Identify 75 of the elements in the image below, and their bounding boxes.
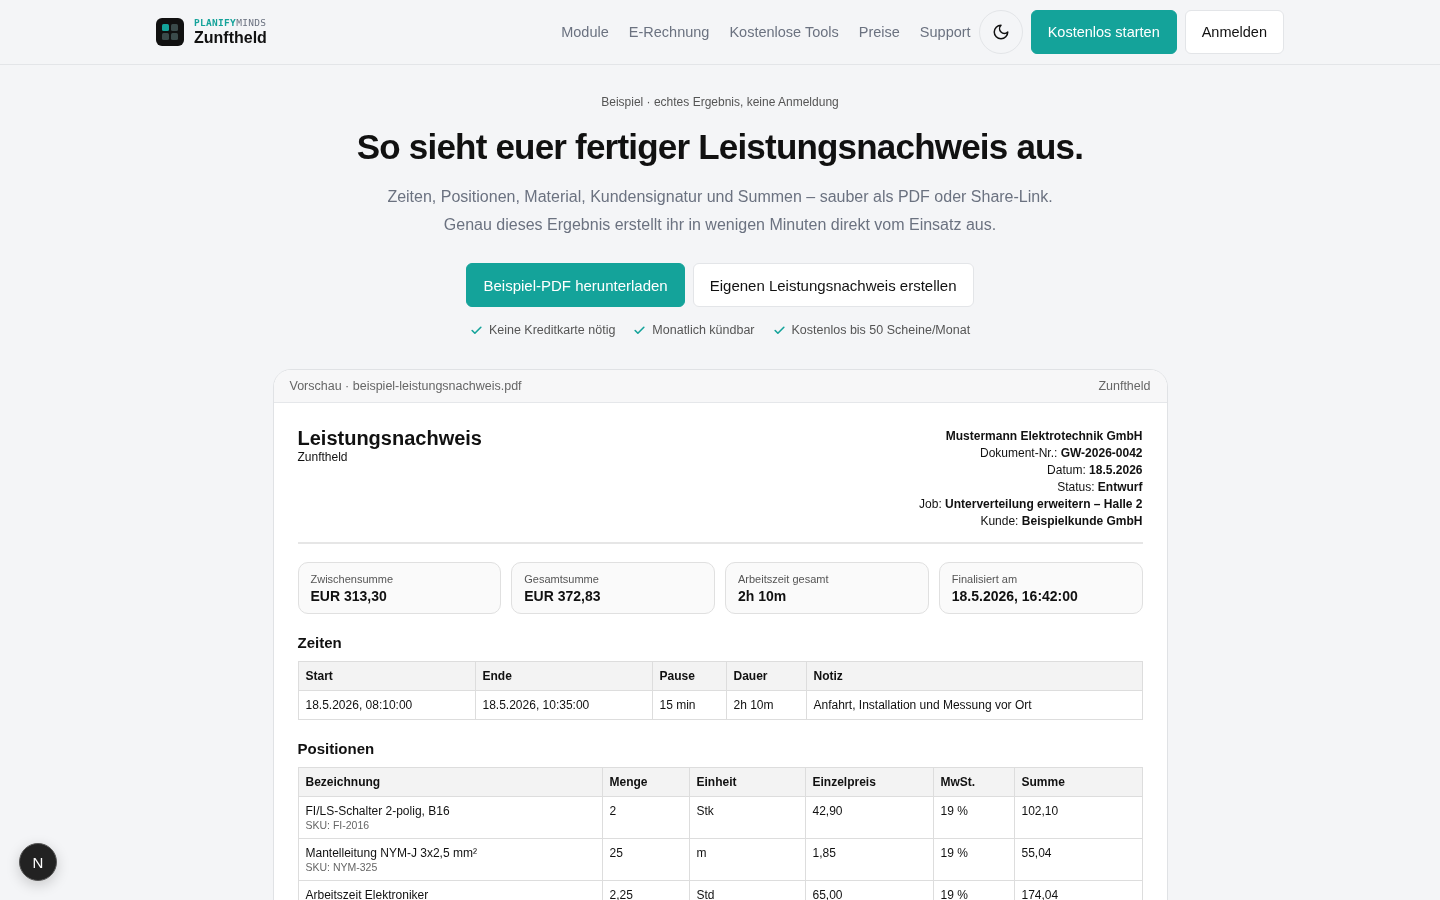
table-cell: Stk	[689, 796, 805, 839]
table-cell: 42,90	[805, 796, 933, 839]
meta-line: Datum: 18.5.2026	[1047, 463, 1143, 477]
meta-line: Kunde: Beispielkunde GmbH	[980, 514, 1143, 528]
nav-link[interactable]: Preise	[858, 24, 900, 40]
feature-text: Keine Kreditkarte nötig	[488, 323, 616, 337]
feature-text: Kostenlos bis 50 Scheine/Monat	[791, 323, 971, 337]
brand-tagline: PLANIFYMINDS	[194, 17, 267, 28]
table-cell: 1,85	[805, 838, 933, 881]
column-header: Bezeichnung	[298, 767, 602, 797]
column-header: Summe	[1014, 767, 1142, 797]
table-cell: 55,04	[1014, 838, 1142, 881]
summary-value: 2h 10m	[738, 588, 788, 604]
table-cell-text: Mantelleitung NYM-J 3x2,5 mm²	[305, 846, 478, 860]
table-cell: m	[689, 838, 805, 881]
summary-value: EUR 372,83	[524, 588, 602, 604]
hero-subtitle: Zeiten, Positionen, Material, Kundensignatur und Summen – sauber als PDF oder Share-Link. Genau dieses Ergebnis erstellt ihr in wenigen Minuten direkt vom Einsatz aus.	[386, 187, 1054, 235]
section-title: Zeiten	[297, 634, 343, 651]
summary-label: Finalisiert am	[951, 573, 1019, 585]
table-cell: Anfahrt, Installation und Messung vor Ort	[806, 690, 1142, 720]
check-icon	[469, 323, 483, 337]
table-cell: 2	[602, 796, 689, 839]
preview-brand: Zunftheld	[1098, 379, 1151, 393]
table-cell: 19 %	[933, 796, 1014, 839]
document-subtitle: Zunftheld	[297, 450, 349, 464]
summary-label: Arbeitszeit gesamt	[738, 573, 830, 585]
feature-text: Monatlich kündbar	[652, 323, 755, 337]
check-icon	[633, 323, 647, 337]
start-button[interactable]: Kostenlos starten	[1030, 10, 1177, 54]
create-button[interactable]: Eigenen Leistungsnachweis erstellen	[692, 263, 974, 307]
dev-indicator-button[interactable]: N	[19, 843, 57, 881]
summary-value: 18.5.2026, 16:42:00	[951, 588, 1079, 604]
check-icon	[772, 323, 786, 337]
column-header: Menge	[602, 767, 689, 797]
nav-link[interactable]: Support	[919, 24, 971, 40]
sku-text: SKU: NYM-325	[305, 861, 379, 873]
meta-line: Job: Unterverteilung erweitern – Halle 2	[919, 497, 1143, 511]
column-header: Einheit	[689, 767, 805, 797]
table-cell: 2h 10m	[726, 690, 806, 720]
column-header: Ende	[475, 661, 652, 691]
meta-line: Dokument-Nr.: GW-2026-0042	[980, 446, 1143, 460]
table-cell: Arbeitszeit Elektroniker	[298, 880, 602, 900]
column-header: Einzelpreis	[805, 767, 933, 797]
table-cell: 15 min	[652, 690, 726, 720]
login-button[interactable]: Anmelden	[1184, 10, 1284, 54]
summary-value: EUR 313,30	[310, 588, 388, 604]
meta-line: Status: Entwurf	[1057, 480, 1143, 494]
nav-link[interactable]: Module	[561, 24, 609, 40]
download-button[interactable]: Beispiel-PDF herunterladen	[466, 263, 685, 307]
table-cell: 19 %	[933, 838, 1014, 881]
nav-link[interactable]: Kostenlose Tools	[729, 24, 839, 40]
section-title: Positionen	[297, 740, 376, 757]
summary-label: Gesamtsumme	[524, 573, 600, 585]
document-title: Leistungsnachweis	[297, 427, 482, 450]
column-header: Dauer	[726, 661, 806, 691]
table-cell: 18.5.2026, 08:10:00	[298, 690, 475, 720]
moon-icon	[991, 23, 1010, 41]
preview-filename: Vorschau · beispiel-leistungsnachweis.pdf	[289, 379, 522, 393]
table-cell: 102,10	[1014, 796, 1142, 839]
summary-label: Zwischensumme	[310, 573, 395, 585]
theme-toggle-button[interactable]	[978, 10, 1023, 54]
table-cell-text: FI/LS-Schalter 2-polig, B16	[305, 804, 451, 818]
table-cell: 25	[602, 838, 689, 881]
eyebrow-text: Beispiel · echtes Ergebnis, keine Anmeldung	[601, 95, 839, 109]
table-cell: 18.5.2026, 10:35:00	[475, 690, 652, 720]
column-header: Start	[298, 661, 475, 691]
column-header: MwSt.	[933, 767, 1014, 797]
nav-link[interactable]: E-Rechnung	[628, 24, 710, 40]
brand-name: Zunftheld	[194, 29, 267, 47]
column-header: Notiz	[806, 661, 1142, 691]
column-header: Pause	[652, 661, 726, 691]
logo-icon	[156, 18, 184, 46]
hero-title: So sieht euer fertiger Leistungsnachweis aus.	[356, 127, 1084, 167]
sku-text: SKU: FI-2016	[305, 819, 371, 831]
company-name: Mustermann Elektrotechnik GmbH	[945, 429, 1143, 443]
